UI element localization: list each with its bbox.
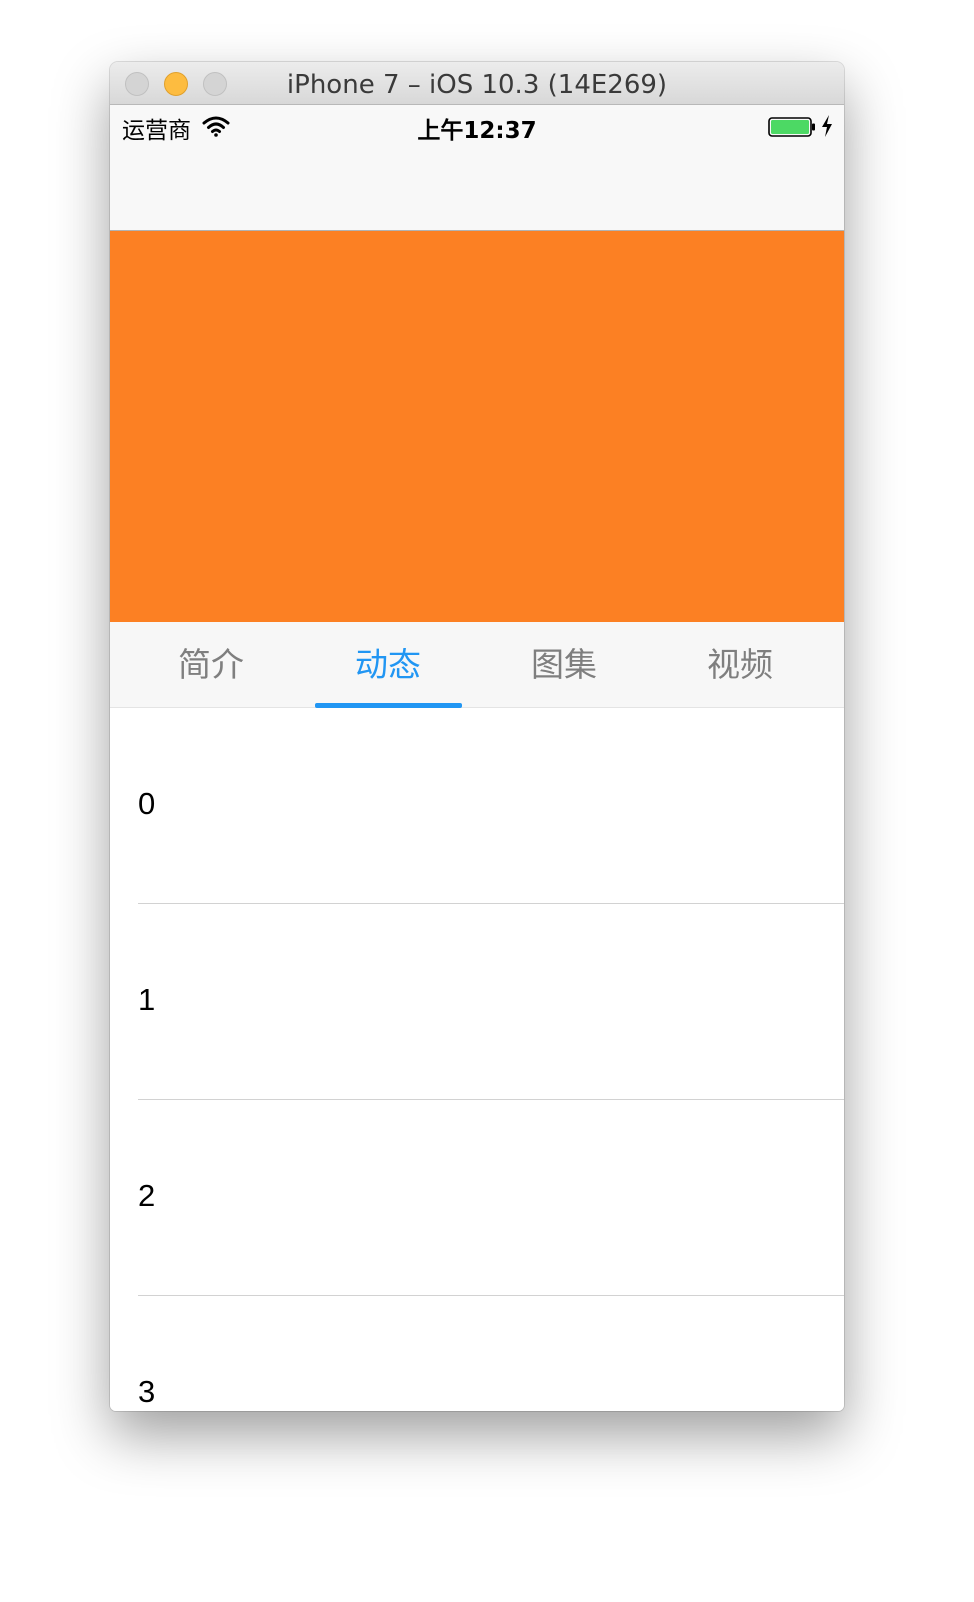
list-item-label: 2 (138, 1178, 156, 1213)
tab-updates[interactable]: 动态 (300, 622, 476, 708)
tab-intro[interactable]: 简介 (123, 622, 299, 708)
list-item[interactable]: 3 (110, 1296, 844, 1411)
list-item[interactable]: 0 (110, 708, 844, 904)
simulator-window: iPhone 7 – iOS 10.3 (14E269) 运营商 上午12:37… (110, 62, 844, 1411)
segment-tab-bar: 简介 动态 图集 视频 (110, 622, 844, 708)
navigation-bar (110, 145, 844, 231)
content-list[interactable]: 0 1 2 3 (110, 708, 844, 1411)
list-item[interactable]: 2 (110, 1100, 844, 1296)
list-item-label: 1 (138, 982, 156, 1017)
window-title: iPhone 7 – iOS 10.3 (14E269) (286, 70, 668, 100)
window-titlebar[interactable]: iPhone 7 – iOS 10.3 (14E269) (110, 62, 844, 105)
tab-videos[interactable]: 视频 (652, 622, 828, 708)
bolt-icon (822, 115, 832, 137)
list-item-label: 0 (138, 786, 156, 821)
header-banner (110, 231, 844, 622)
battery-full-icon (768, 117, 815, 137)
tab-gallery[interactable]: 图集 (476, 622, 652, 708)
ios-status-bar: 运营商 上午12:37 (110, 105, 844, 145)
status-clock: 上午12:37 (417, 118, 537, 144)
list-item[interactable]: 1 (110, 904, 844, 1100)
list-item-label: 3 (138, 1374, 156, 1409)
